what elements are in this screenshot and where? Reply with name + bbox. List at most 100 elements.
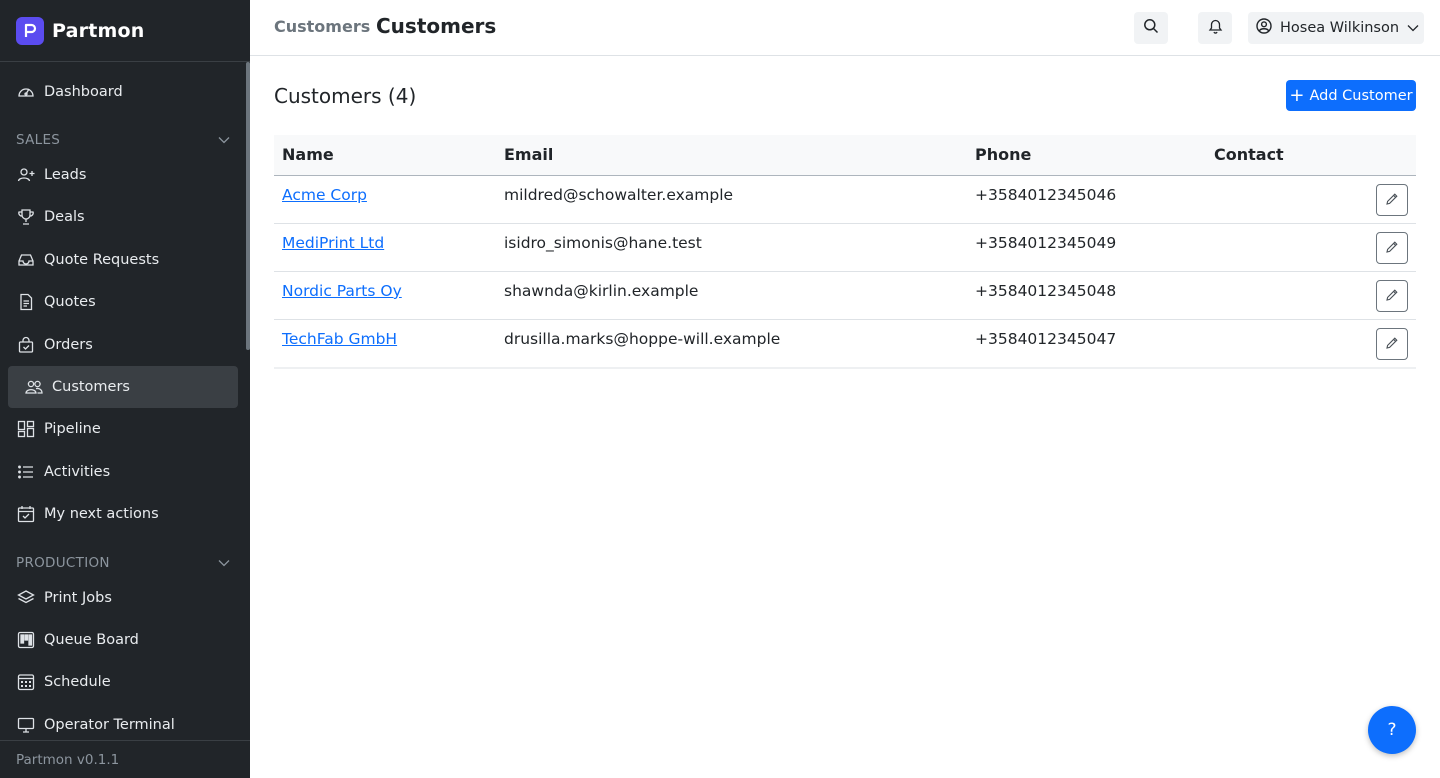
- pencil-icon: [1385, 287, 1399, 306]
- notifications-button[interactable]: [1198, 12, 1232, 44]
- monitor-icon: [16, 715, 36, 735]
- column-header-contact[interactable]: Contact: [1214, 145, 1284, 164]
- sidebar-item-label: Pipeline: [44, 421, 101, 437]
- plus-icon: +: [1289, 84, 1305, 106]
- dashboard-gauge-icon: [16, 82, 36, 102]
- sidebar-item-leads[interactable]: Leads: [8, 154, 238, 196]
- pencil-icon: [1385, 239, 1399, 258]
- person-plus-icon: [16, 165, 36, 185]
- chevron-down-icon: [1407, 20, 1419, 36]
- edit-button[interactable]: [1376, 328, 1408, 360]
- customer-name-link[interactable]: TechFab GmbH: [282, 330, 397, 348]
- customer-name-link[interactable]: Nordic Parts Oy: [282, 282, 402, 300]
- pencil-icon: [1385, 191, 1399, 210]
- customer-email: drusilla.marks@hoppe-will.example: [504, 330, 781, 348]
- edit-button[interactable]: [1376, 184, 1408, 216]
- column-header-name[interactable]: Name: [282, 145, 334, 164]
- chevron-down-icon: [218, 555, 230, 571]
- partmon-logo-icon: [16, 16, 44, 45]
- add-customer-label: Add Customer: [1309, 87, 1413, 104]
- table-row: Nordic Parts Oy shawnda@kirlin.example +…: [274, 272, 1416, 320]
- customer-email: isidro_simonis@hane.test: [504, 234, 702, 252]
- customers-table: Name Email Phone Contact Acme Corp mildr…: [274, 135, 1416, 368]
- sidebar-item-label: Print Jobs: [44, 590, 112, 606]
- customer-phone: +3584012345047: [975, 330, 1117, 348]
- table-header: Name Email Phone Contact: [274, 135, 1416, 176]
- sidebar-item-label: Operator Terminal: [44, 717, 175, 733]
- help-button[interactable]: ?: [1368, 706, 1416, 754]
- sidebar: Partmon Dashboard SALES Leads Deals Quot…: [0, 0, 250, 778]
- sidebar-item-queue-board[interactable]: Queue Board: [8, 619, 238, 661]
- column-header-email[interactable]: Email: [504, 145, 553, 164]
- sidebar-item-label: Activities: [44, 464, 111, 480]
- calendar-check-icon: [16, 504, 36, 524]
- page-title: Customers: [376, 14, 497, 38]
- bell-icon: [1208, 18, 1223, 38]
- customer-email: shawnda@kirlin.example: [504, 282, 699, 300]
- customer-name-link[interactable]: MediPrint Ltd: [282, 234, 384, 252]
- sidebar-item-label: Quote Requests: [44, 252, 160, 268]
- sidebar-item-activities[interactable]: Activities: [8, 451, 238, 493]
- sidebar-item-my-next-actions[interactable]: My next actions: [8, 493, 238, 535]
- sidebar-item-label: Queue Board: [44, 632, 139, 648]
- sidebar-item-label: My next actions: [44, 506, 159, 522]
- sales-section-header[interactable]: SALES: [16, 130, 230, 150]
- sidebar-item-quote-requests[interactable]: Quote Requests: [8, 239, 238, 281]
- document-icon: [16, 292, 36, 312]
- sidebar-item-label: Leads: [44, 167, 87, 183]
- breadcrumb[interactable]: Customers: [274, 17, 370, 36]
- sidebar-item-operator-terminal[interactable]: Operator Terminal: [8, 704, 238, 740]
- brand-name: Partmon: [52, 19, 145, 42]
- customer-phone: +3584012345048: [975, 282, 1117, 300]
- sidebar-item-label: Schedule: [44, 674, 111, 690]
- user-menu[interactable]: Hosea Wilkinson: [1248, 12, 1424, 44]
- people-icon: [24, 377, 44, 397]
- sidebar-item-label: Quotes: [44, 294, 96, 310]
- table-row: MediPrint Ltd isidro_simonis@hane.test +…: [274, 224, 1416, 272]
- table-bottom-shadow: [274, 367, 1416, 369]
- sidebar-item-label: Customers: [52, 379, 130, 395]
- customer-phone: +3584012345049: [975, 234, 1117, 252]
- sidebar-item-deals[interactable]: Deals: [8, 196, 238, 238]
- sidebar-item-schedule[interactable]: Schedule: [8, 661, 238, 703]
- board-icon: [16, 630, 36, 650]
- table-row: Acme Corp mildred@schowalter.example +35…: [274, 176, 1416, 224]
- edit-button[interactable]: [1376, 232, 1408, 264]
- table-row: TechFab GmbH drusilla.marks@hoppe-will.e…: [274, 320, 1416, 368]
- sidebar-item-orders[interactable]: Orders: [8, 324, 238, 366]
- top-header: Customers Customers Hosea Wilkinson: [250, 0, 1440, 56]
- sidebar-item-pipeline[interactable]: Pipeline: [8, 408, 238, 450]
- add-customer-button[interactable]: + Add Customer: [1286, 80, 1416, 111]
- kanban-icon: [16, 419, 36, 439]
- bag-icon: [16, 335, 36, 355]
- sidebar-item-label: Dashboard: [44, 84, 123, 100]
- user-circle-icon: [1256, 18, 1272, 38]
- sidebar-item-label: Deals: [44, 209, 85, 225]
- edit-button[interactable]: [1376, 280, 1408, 312]
- customer-email: mildred@schowalter.example: [504, 186, 734, 204]
- calendar-grid-icon: [16, 672, 36, 692]
- customer-phone: +3584012345046: [975, 186, 1117, 204]
- brand[interactable]: Partmon: [0, 0, 250, 62]
- section-title: Customers (4): [274, 84, 417, 108]
- sales-section-label: SALES: [16, 132, 61, 148]
- layers-icon: [16, 588, 36, 608]
- pencil-icon: [1385, 335, 1399, 354]
- trophy-icon: [16, 207, 36, 227]
- sidebar-scrollbar[interactable]: [246, 62, 250, 350]
- sidebar-nav: Dashboard SALES Leads Deals Quote Reques…: [0, 62, 250, 740]
- sidebar-item-print-jobs[interactable]: Print Jobs: [8, 577, 238, 619]
- sidebar-item-quotes[interactable]: Quotes: [8, 281, 238, 323]
- search-icon: [1143, 18, 1159, 38]
- sidebar-item-dashboard[interactable]: Dashboard: [8, 71, 238, 113]
- inbox-icon: [16, 250, 36, 270]
- customer-name-link[interactable]: Acme Corp: [282, 186, 367, 204]
- production-section-header[interactable]: PRODUCTION: [16, 553, 230, 573]
- sidebar-item-customers[interactable]: Customers: [8, 366, 238, 408]
- list-icon: [16, 462, 36, 482]
- column-header-phone[interactable]: Phone: [975, 145, 1031, 164]
- sidebar-item-label: Orders: [44, 337, 93, 353]
- production-section-label: PRODUCTION: [16, 555, 110, 571]
- search-button[interactable]: [1134, 12, 1168, 44]
- app-version: Partmon v0.1.1: [0, 740, 250, 778]
